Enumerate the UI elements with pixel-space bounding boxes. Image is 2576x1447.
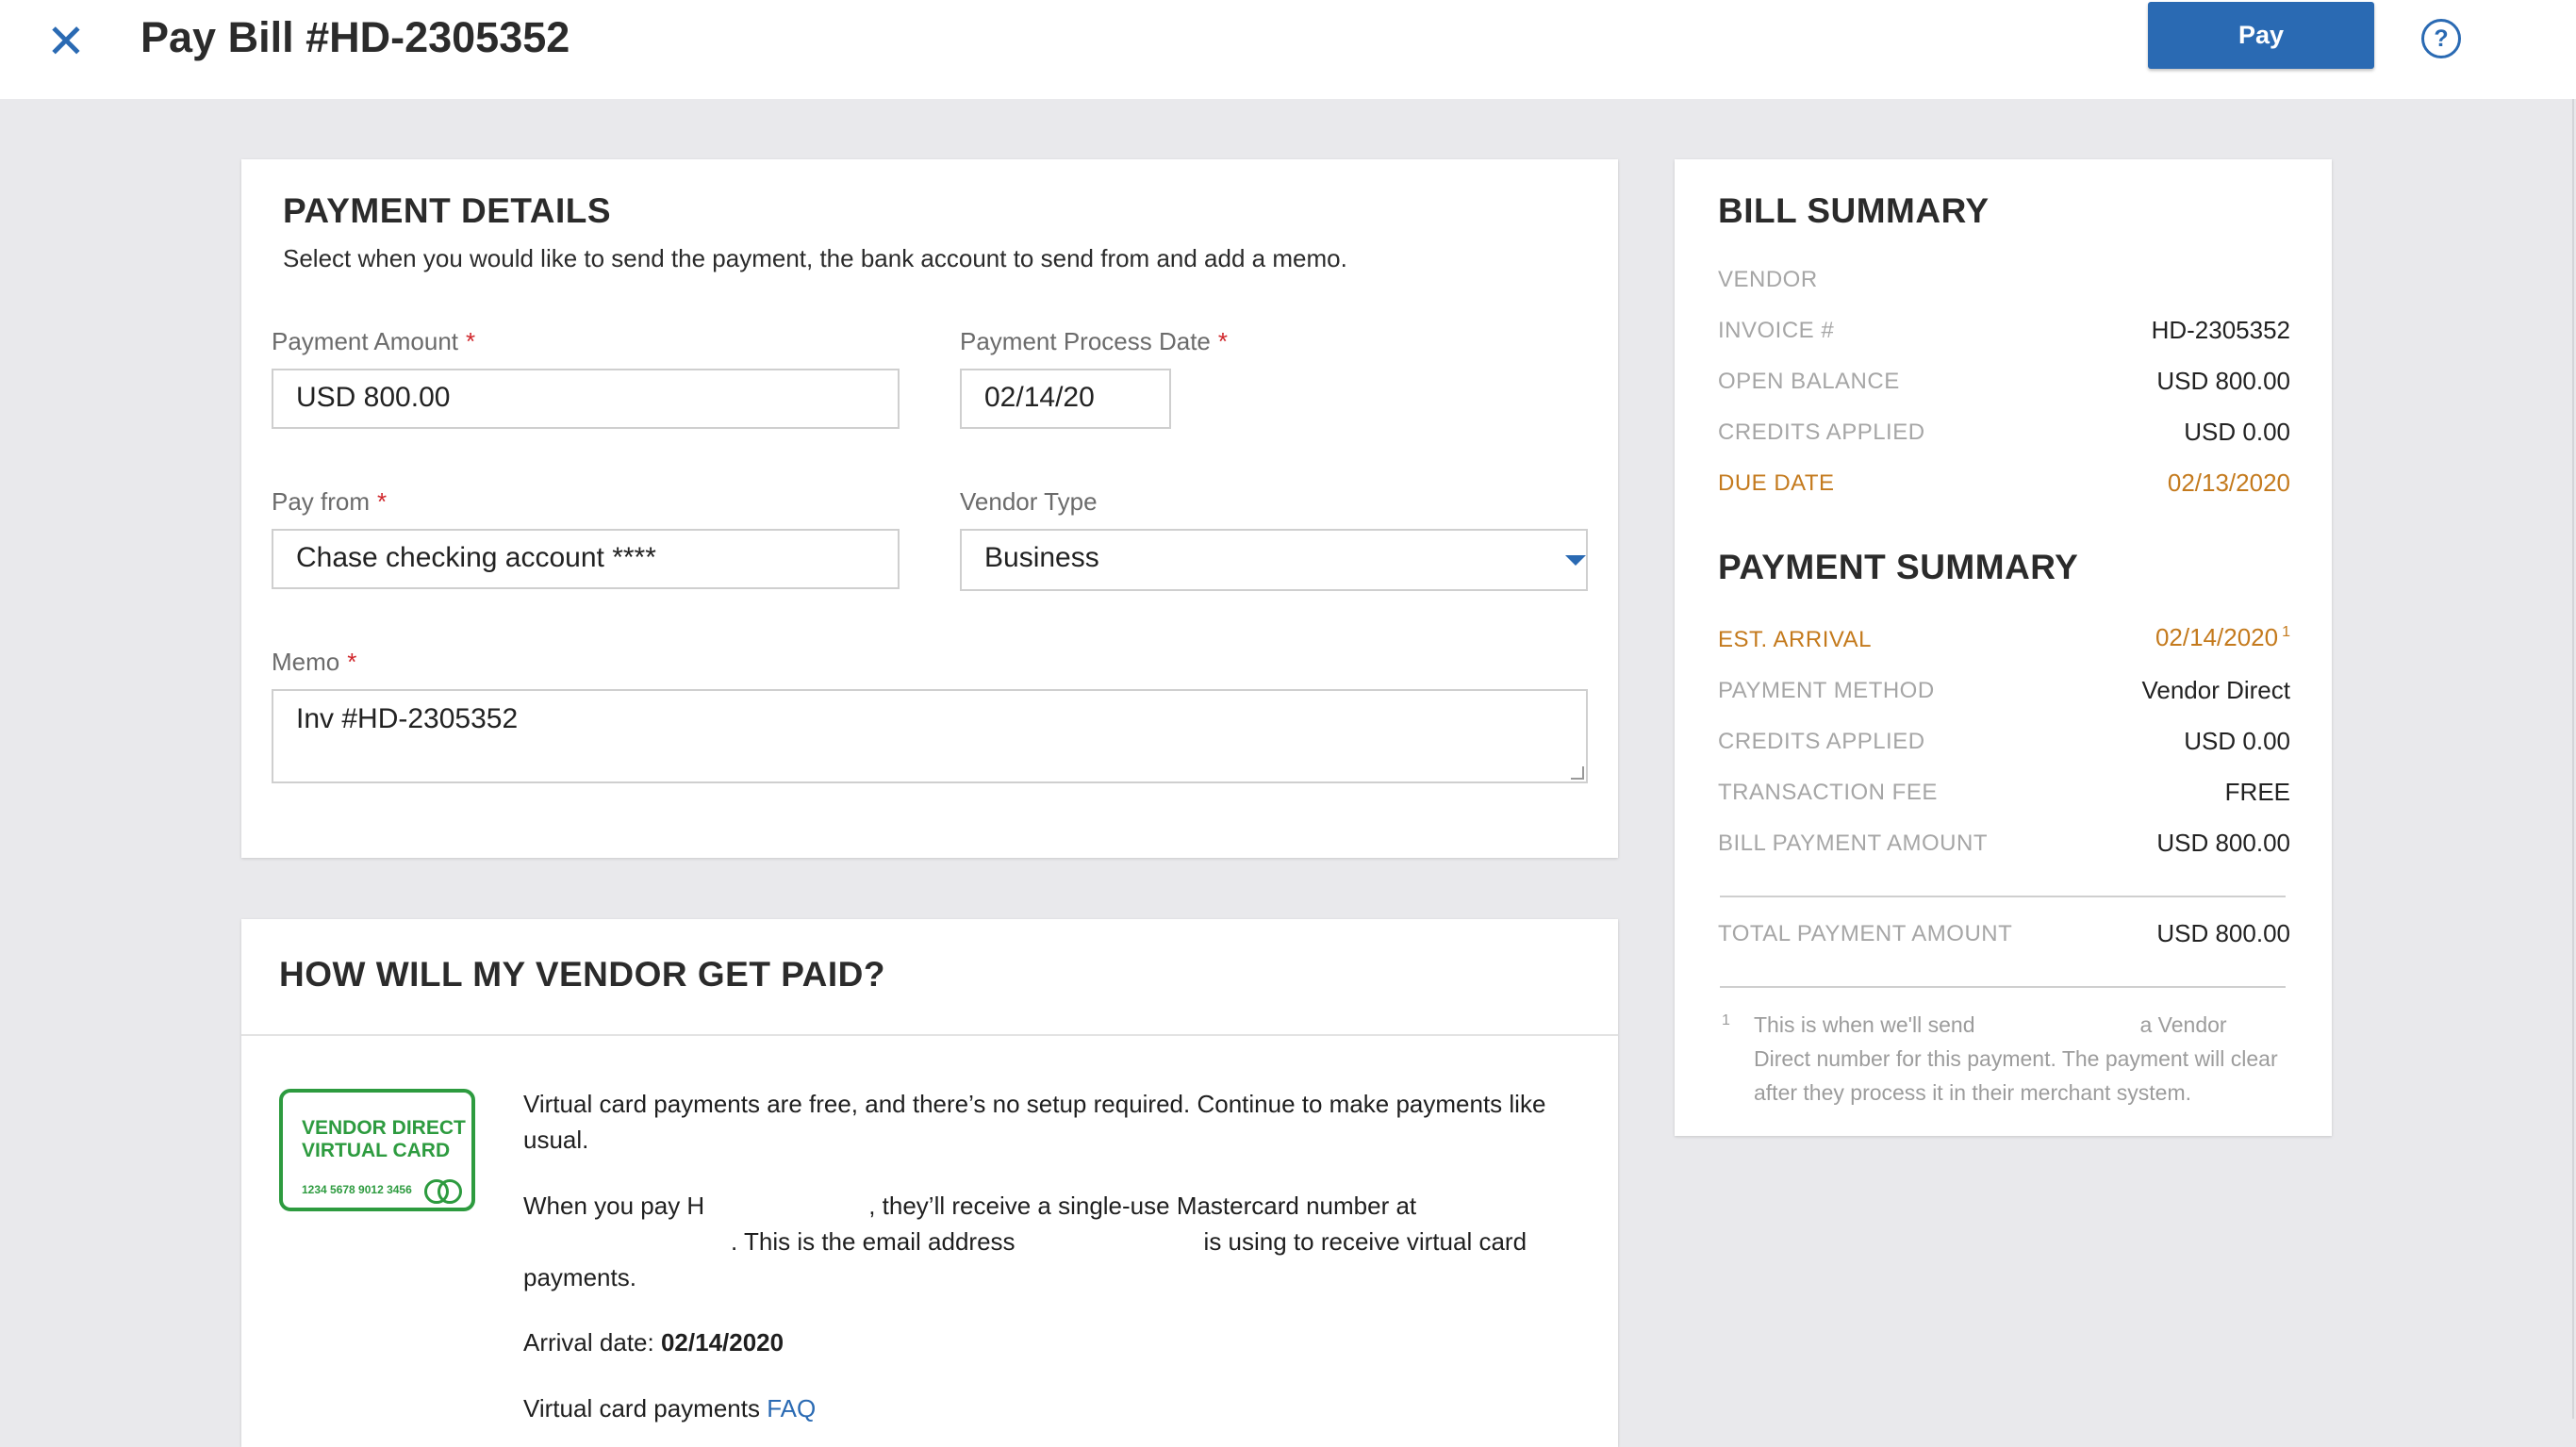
summary-value-credits-applied: USD 0.00 [2184,727,2290,755]
payment-amount-label: Payment Amount * [272,327,476,355]
summary-value-credits: USD 0.00 [2184,418,2290,446]
pay-button[interactable]: Pay [2148,2,2374,69]
summary-value-due-date: 02/13/2020 [2167,469,2290,497]
summary-label-open-balance: OPEN BALANCE [1718,369,1900,394]
summary-label-due-date: DUE DATE [1718,470,1835,496]
faq-info: Virtual card payments FAQ [523,1394,817,1422]
resize-grip-icon[interactable] [1571,766,1584,780]
virtual-card-icon: VENDOR DIRECT VIRTUAL CARD 1234 5678 901… [279,1089,475,1211]
payment-details-title: PAYMENT DETAILS [283,191,612,230]
summary-label-payment-method: PAYMENT METHOD [1718,678,1935,703]
vendor-type-label: Vendor Type [960,487,1098,516]
bill-summary-card: BILL SUMMARY VENDOR INVOICE # HD-2305352… [1675,159,2332,1136]
page-title: Pay Bill #HD-2305352 [140,13,570,61]
summary-label-bill-payment: BILL PAYMENT AMOUNT [1718,830,1989,856]
summary-label-credits: CREDITS APPLIED [1718,419,1925,445]
mastercard-circle-right [438,1179,462,1204]
vendor-email-info: When you pay H, they’ll receive a single… [523,1192,1527,1291]
section-divider [241,1034,1618,1036]
summary-value-total: USD 800.00 [2156,919,2290,947]
memo-label: Memo * [272,648,357,676]
summary-label-credits-applied: CREDITS APPLIED [1718,729,1925,754]
required-mark: * [377,487,388,516]
summary-label-total: TOTAL PAYMENT AMOUNT [1718,921,2013,946]
scrollbar-track[interactable] [2572,99,2574,1419]
chevron-down-icon [1565,555,1586,566]
summary-divider-bottom [1720,986,2286,988]
summary-value-payment-method: Vendor Direct [2141,676,2290,704]
vendor-type-select[interactable]: Business [960,529,1588,591]
pay-from-input[interactable]: Chase checking account **** [272,529,900,589]
payment-summary-title: PAYMENT SUMMARY [1718,548,2079,586]
summary-value-invoice: HD-2305352 [2151,316,2290,344]
how-vendor-paid-title: HOW WILL MY VENDOR GET PAID? [279,955,885,994]
payment-details-subtitle: Select when you would like to send the p… [283,244,1347,272]
summary-value-bill-payment: USD 800.00 [2156,829,2290,857]
pay-from-label: Pay from * [272,487,388,516]
payment-amount-input[interactable]: USD 800.00 [272,369,900,429]
arrival-date-info: Arrival date: 02/14/2020 [523,1328,784,1357]
virtual-card-number: 1234 5678 9012 3456 [302,1183,412,1196]
footnote-mark: 1 [1722,1012,1730,1028]
summary-value-est-arrival: 02/14/2020 1 [2155,623,2290,651]
summary-value-transaction-fee: FREE [2224,778,2290,806]
virtual-card-line2: VIRTUAL CARD [302,1140,451,1161]
required-mark: * [347,648,357,676]
top-bar: ✕ Pay Bill #HD-2305352 Pay ? [0,0,2576,99]
memo-textarea[interactable]: Inv #HD-2305352 [272,689,1588,783]
how-vendor-paid-card: HOW WILL MY VENDOR GET PAID? VENDOR DIRE… [241,919,1618,1447]
virtual-card-line1: VENDOR DIRECT [302,1117,466,1139]
bill-summary-title: BILL SUMMARY [1718,191,1990,230]
summary-divider [1720,896,2286,897]
help-icon[interactable]: ? [2421,19,2461,58]
payment-process-date-label: Payment Process Date * [960,327,1229,355]
payment-details-card: PAYMENT DETAILS Select when you would li… [241,159,1618,858]
summary-value-open-balance: USD 800.00 [2156,367,2290,395]
close-icon[interactable]: ✕ [41,17,91,66]
summary-label-invoice: INVOICE # [1718,318,1835,343]
required-mark: * [1217,327,1229,355]
virtual-card-info: Virtual card payments are free, and ther… [523,1090,1546,1154]
summary-label-est-arrival: EST. ARRIVAL [1718,627,1872,652]
required-mark: * [466,327,476,355]
footnote-text: This is when we'll send a Vendor Direct n… [1754,1012,2278,1105]
summary-label-transaction-fee: TRANSACTION FEE [1718,780,1938,805]
summary-label-vendor: VENDOR [1718,267,1818,292]
payment-process-date-input[interactable]: 02/14/20 [960,369,1171,429]
